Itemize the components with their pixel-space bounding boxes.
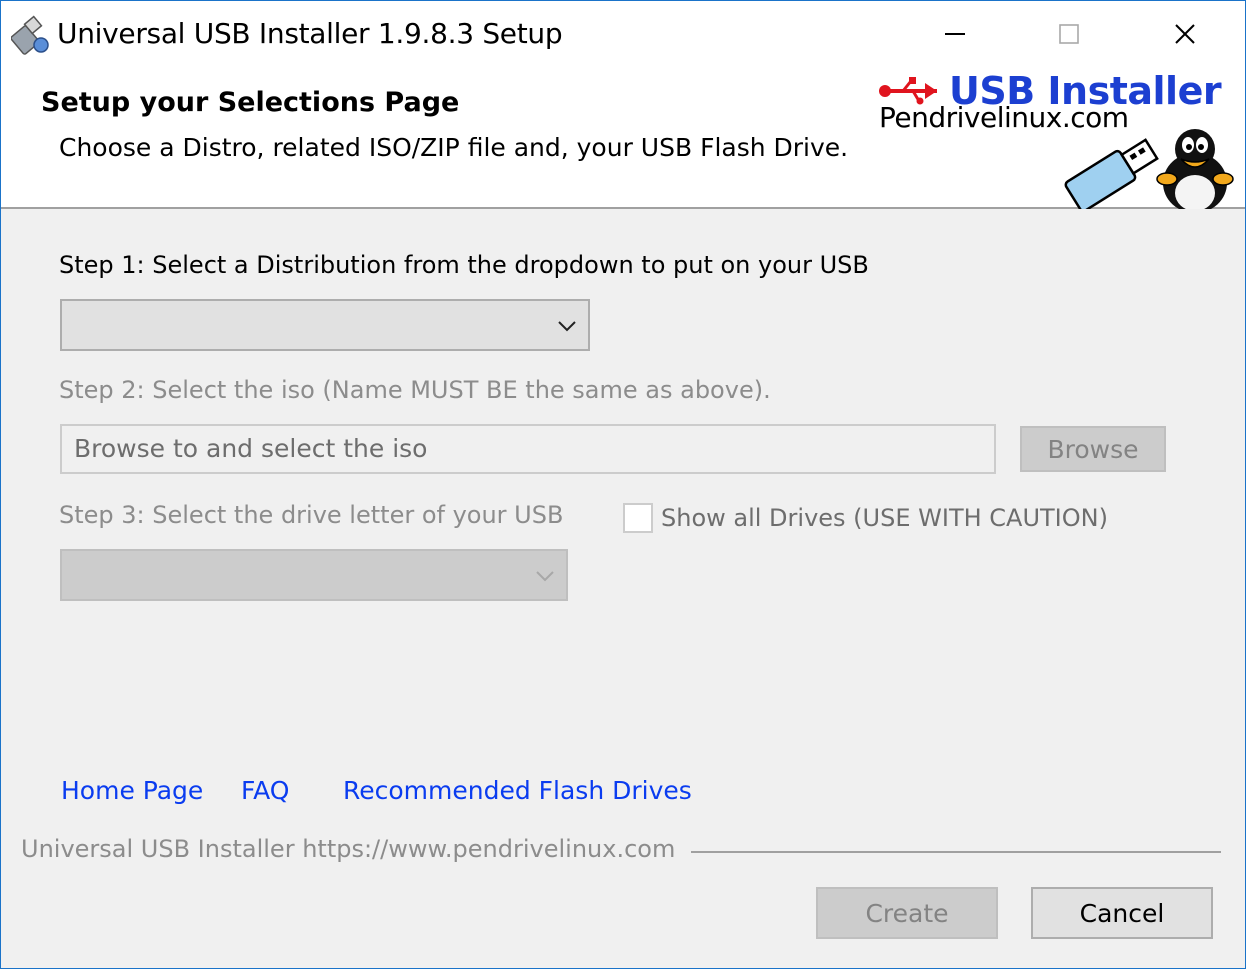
step1-label: Step 1: Select a Distribution from the d… xyxy=(59,251,869,279)
usb-drive-penguin-illustration xyxy=(1064,129,1234,209)
chevron-down-icon xyxy=(558,321,576,332)
title-bar[interactable]: Universal USB Installer 1.9.8.3 Setup xyxy=(1,1,1245,69)
browse-button[interactable]: Browse xyxy=(1020,426,1166,472)
iso-path-field[interactable]: Browse to and select the iso xyxy=(60,424,996,474)
home-page-link[interactable]: Home Page xyxy=(61,776,203,805)
maximize-button[interactable] xyxy=(1011,1,1127,67)
faq-link[interactable]: FAQ xyxy=(241,776,289,805)
page-subtitle: Choose a Distro, related ISO/ZIP file an… xyxy=(59,133,849,162)
cancel-button[interactable]: Cancel xyxy=(1031,887,1213,939)
show-all-drives-label[interactable]: Show all Drives (USE WITH CAUTION) xyxy=(661,504,1108,532)
wizard-header: Setup your Selections Page Choose a Dist… xyxy=(1,69,1245,209)
minimize-button[interactable] xyxy=(897,1,1013,67)
pendrivelinux-logo: USB Installer Pendrivelinux.com xyxy=(873,69,1245,209)
setup-window: Universal USB Installer 1.9.8.3 Setup Se… xyxy=(0,0,1246,969)
step2-label: Step 2: Select the iso (Name MUST BE the… xyxy=(59,376,771,404)
maximize-icon xyxy=(1059,24,1079,44)
distribution-dropdown[interactable] xyxy=(60,299,590,351)
footer-divider xyxy=(691,851,1221,853)
close-button[interactable] xyxy=(1127,1,1243,67)
page-title: Setup your Selections Page xyxy=(41,87,460,118)
drive-letter-dropdown[interactable] xyxy=(60,549,568,601)
usb-installer-app-icon xyxy=(11,15,49,55)
branding-text: Universal USB Installer https://www.pend… xyxy=(21,835,676,863)
step3-label: Step 3: Select the drive letter of your … xyxy=(59,501,564,529)
recommended-flash-drives-link[interactable]: Recommended Flash Drives xyxy=(343,776,692,805)
create-button[interactable]: Create xyxy=(816,887,998,939)
show-all-drives-checkbox[interactable] xyxy=(623,503,653,533)
chevron-down-icon xyxy=(536,571,554,582)
window-title: Universal USB Installer 1.9.8.3 Setup xyxy=(57,17,563,50)
minimize-icon xyxy=(945,33,965,35)
close-icon xyxy=(1175,24,1195,44)
